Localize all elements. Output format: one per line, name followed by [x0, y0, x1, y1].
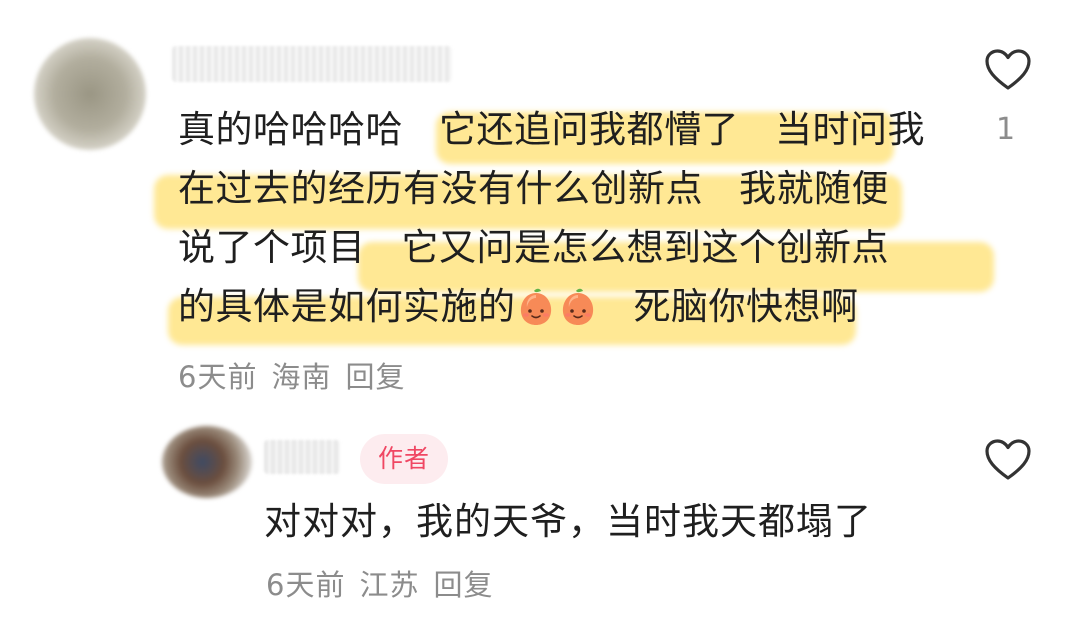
commenter-name-blurred[interactable]	[172, 46, 452, 82]
commenter-avatar[interactable]	[34, 38, 146, 150]
comment-segment: 死脑你快想啊	[633, 285, 859, 328]
comment-segment: 它还追问我都懵了	[439, 108, 739, 151]
comment-meta: 6天前 海南 回复	[178, 354, 419, 396]
comment-segment: 我就随便	[739, 167, 889, 210]
comment-segment: 它又问是怎么想到这个创新点	[401, 226, 889, 269]
reply-meta: 6天前 江苏 回复	[266, 562, 507, 604]
peach-face-emoji-icon	[558, 285, 598, 325]
comment-segment: 的具体是如何实施的	[178, 285, 516, 328]
comment-body: 真的哈哈哈哈 它还追问我都懵了 当时问我 在过去的经历有没有什么创新点 我就随便 说了…	[154, 100, 994, 345]
comment-segment: 当时问我	[775, 108, 925, 151]
comment-line: 在过去的经历有没有什么创新点 我就随便	[154, 159, 938, 229]
comment-segment: 真的哈哈哈哈	[178, 108, 403, 151]
peach-face-emoji-icon	[516, 285, 556, 325]
comment-segment: 在过去的经历有没有什么创新点	[178, 167, 703, 210]
comment-segment: 说了个项目	[178, 226, 366, 269]
like-heart-icon[interactable]	[984, 438, 1032, 482]
replier-avatar[interactable]	[162, 426, 252, 498]
like-count: 1	[996, 112, 1016, 147]
replier-name-blurred[interactable]	[264, 440, 340, 474]
reply-body: 对对对，我的天爷，当时我天都塌了	[264, 500, 872, 543]
comment-time: 6天前	[178, 360, 258, 394]
comment-line: 真的哈哈哈哈 它还追问我都懵了 当时问我	[178, 100, 938, 164]
author-badge: 作者	[360, 434, 448, 484]
comment-line: 说了个项目 它又问是怎么想到这个创新点	[178, 218, 994, 292]
comment-line: 的具体是如何实施的 死脑你快想啊	[168, 277, 938, 345]
reply-button[interactable]: 回复	[345, 360, 405, 394]
like-heart-icon[interactable]	[984, 48, 1032, 92]
reply-button[interactable]: 回复	[433, 568, 493, 602]
comment-location: 海南	[271, 360, 332, 394]
reply-location: 江苏	[359, 568, 420, 602]
reply-time: 6天前	[266, 568, 346, 602]
